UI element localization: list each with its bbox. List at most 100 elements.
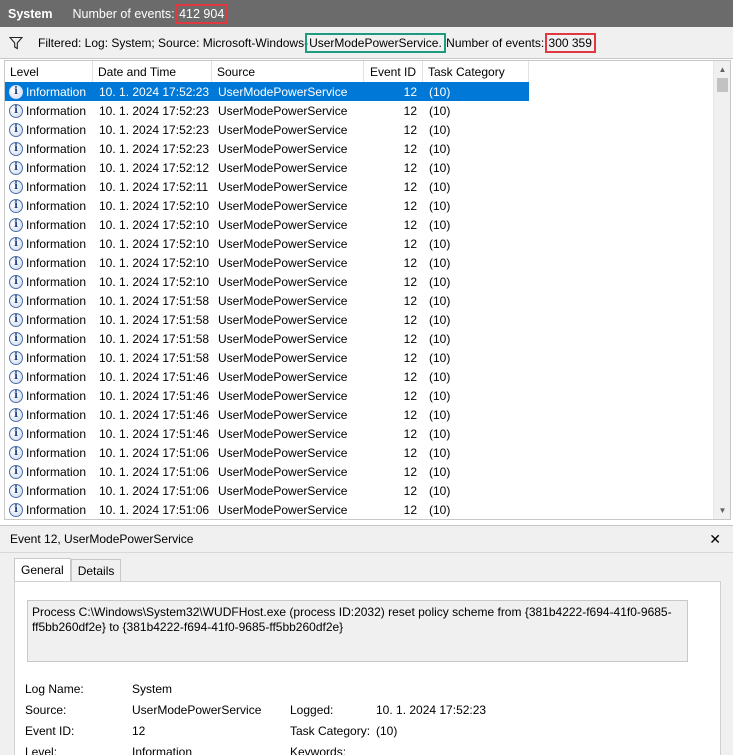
filter-count-label: Number of events:	[442, 35, 548, 50]
event-id-cell: 12	[403, 350, 417, 365]
logged-value: 10. 1. 2024 17:52:23	[376, 703, 487, 717]
source-cell: UserModePowerService	[218, 122, 348, 137]
events-table[interactable]: Level Date and Time Source Event ID Task…	[4, 60, 731, 520]
tab-details[interactable]: Details	[70, 559, 122, 581]
level-cell: i Information	[5, 483, 93, 498]
log-name-value: System	[132, 682, 173, 696]
information-icon: i	[9, 464, 23, 479]
source-cell: UserModePowerService	[218, 388, 348, 403]
table-row[interactable]: i Information 10. 1. 2024 17:52:23 UserMode…	[5, 82, 529, 101]
source-cell: UserModePowerService	[218, 369, 348, 384]
scrollbar-thumb[interactable]	[717, 78, 728, 92]
information-icon: i	[9, 312, 23, 327]
table-row[interactable]: i Information 10. 1. 2024 17:51:58 UserMode…	[5, 348, 715, 367]
date-time-cell: 10. 1. 2024 17:52:10	[99, 198, 210, 213]
level-text: Information	[26, 122, 87, 137]
table-row[interactable]: i Information 10. 1. 2024 17:52:23 UserMode…	[5, 101, 715, 120]
date-time-cell: 10. 1. 2024 17:51:58	[99, 331, 210, 346]
event-description[interactable]: Process C:\Windows\System32\WUDFHost.exe…	[27, 600, 688, 662]
table-row[interactable]: i Information 10. 1. 2024 17:51:46 UserMode…	[5, 405, 715, 424]
table-row[interactable]: i Information 10. 1. 2024 17:51:46 UserMode…	[5, 367, 715, 386]
vertical-scrollbar[interactable]: ▲ ▼	[713, 61, 730, 519]
column-header-level[interactable]: Level	[5, 61, 93, 82]
table-row[interactable]: i Information 10. 1. 2024 17:52:10 UserMode…	[5, 196, 715, 215]
column-header-source[interactable]: Source	[212, 61, 364, 82]
task-category-cell: (10)	[429, 255, 451, 270]
table-row[interactable]: i Information 10. 1. 2024 17:52:10 UserMode…	[5, 253, 715, 272]
information-icon: i	[9, 445, 23, 460]
table-row[interactable]: i Information 10. 1. 2024 17:51:46 UserMode…	[5, 386, 715, 405]
event-id-cell: 12	[403, 407, 417, 422]
date-time-cell: 10. 1. 2024 17:51:58	[99, 293, 210, 308]
date-time-cell: 10. 1. 2024 17:51:06	[99, 483, 210, 498]
level-cell: i Information	[5, 179, 93, 194]
information-icon: i	[9, 369, 23, 384]
table-row[interactable]: i Information 10. 1. 2024 17:52:10 UserMode…	[5, 272, 715, 291]
level-cell: i Information	[5, 198, 93, 213]
close-icon[interactable]: ✕	[709, 531, 721, 548]
date-time-cell: 10. 1. 2024 17:52:23	[99, 141, 210, 156]
table-row[interactable]: i Information 10. 1. 2024 17:51:46 UserMode…	[5, 424, 715, 443]
table-row[interactable]: i Information 10. 1. 2024 17:51:06 UserMode…	[5, 481, 715, 500]
table-row[interactable]: i Information 10. 1. 2024 17:52:10 UserMode…	[5, 234, 715, 253]
event-id-cell: 12	[403, 293, 417, 308]
information-icon: i	[9, 255, 23, 270]
information-icon: i	[9, 331, 23, 346]
date-time-cell: 10. 1. 2024 17:51:46	[99, 388, 210, 403]
level-text: Information	[26, 388, 87, 403]
table-row[interactable]: i Information 10. 1. 2024 17:52:10 UserMode…	[5, 215, 715, 234]
detail-tabs: General Details	[14, 558, 122, 581]
table-header: Level Date and Time Source Event ID Task…	[5, 61, 529, 82]
task-category-cell: (10)	[429, 369, 451, 384]
level-cell: i Information	[5, 293, 93, 308]
task-category-label: Task Category:	[290, 724, 371, 738]
level-text: Information	[26, 160, 87, 175]
table-row[interactable]: i Information 10. 1. 2024 17:51:06 UserMode…	[5, 462, 715, 481]
table-row[interactable]: i Information 10. 1. 2024 17:52:23 UserMode…	[5, 120, 715, 139]
event-id-cell: 12	[403, 84, 417, 99]
task-category-cell: (10)	[429, 217, 451, 232]
table-row[interactable]: i Information 10. 1. 2024 17:51:06 UserMode…	[5, 500, 715, 519]
table-row[interactable]: i Information 10. 1. 2024 17:52:11 UserMode…	[5, 177, 715, 196]
level-text: Information	[26, 255, 87, 270]
source-cell: UserModePowerService	[218, 445, 348, 460]
table-row[interactable]: i Information 10. 1. 2024 17:51:58 UserMode…	[5, 329, 715, 348]
table-row[interactable]: i Information 10. 1. 2024 17:52:12 UserMode…	[5, 158, 715, 177]
event-detail-pane: Event 12, UserModePowerService ✕ General…	[0, 525, 733, 755]
task-category-cell: (10)	[429, 103, 451, 118]
information-icon: i	[9, 103, 23, 118]
level-cell: i Information	[5, 350, 93, 365]
column-header-task-category[interactable]: Task Category	[423, 61, 529, 82]
level-text: Information	[26, 350, 87, 365]
table-row[interactable]: i Information 10. 1. 2024 17:51:58 UserMode…	[5, 291, 715, 310]
source-cell: UserModePowerService	[218, 350, 348, 365]
tab-general[interactable]: General	[14, 558, 71, 581]
filtered-event-count: 300 359	[544, 32, 596, 53]
scroll-up-arrow-icon[interactable]: ▲	[714, 61, 730, 78]
task-category-cell: (10)	[429, 84, 451, 99]
event-id-cell: 12	[403, 103, 417, 118]
task-category-cell: (10)	[429, 407, 451, 422]
information-icon: i	[9, 483, 23, 498]
task-category-cell: (10)	[429, 483, 451, 498]
column-header-event-id[interactable]: Event ID	[364, 61, 423, 82]
source-cell: UserModePowerService	[218, 198, 348, 213]
table-row[interactable]: i Information 10. 1. 2024 17:51:06 UserMode…	[5, 443, 715, 462]
level-cell: i Information	[5, 255, 93, 270]
table-row[interactable]: i Information 10. 1. 2024 17:51:58 UserMode…	[5, 310, 715, 329]
source-cell: UserModePowerService	[218, 103, 348, 118]
funnel-icon[interactable]	[8, 35, 24, 51]
filter-description: Filtered: Log: System; Source: Microsoft…	[38, 32, 596, 53]
task-category-cell: (10)	[429, 426, 451, 441]
task-category-cell: (10)	[429, 198, 451, 213]
scroll-down-arrow-icon[interactable]: ▼	[714, 502, 730, 519]
event-id-cell: 12	[403, 426, 417, 441]
event-id-cell: 12	[403, 483, 417, 498]
level-text: Information	[26, 141, 87, 156]
column-header-date-and-time[interactable]: Date and Time	[93, 61, 212, 82]
task-category-cell: (10)	[429, 293, 451, 308]
table-row[interactable]: i Information 10. 1. 2024 17:52:23 UserMode…	[5, 139, 715, 158]
event-id-cell: 12	[403, 502, 417, 517]
event-id-cell: 12	[403, 198, 417, 213]
level-cell: i Information	[5, 426, 93, 441]
